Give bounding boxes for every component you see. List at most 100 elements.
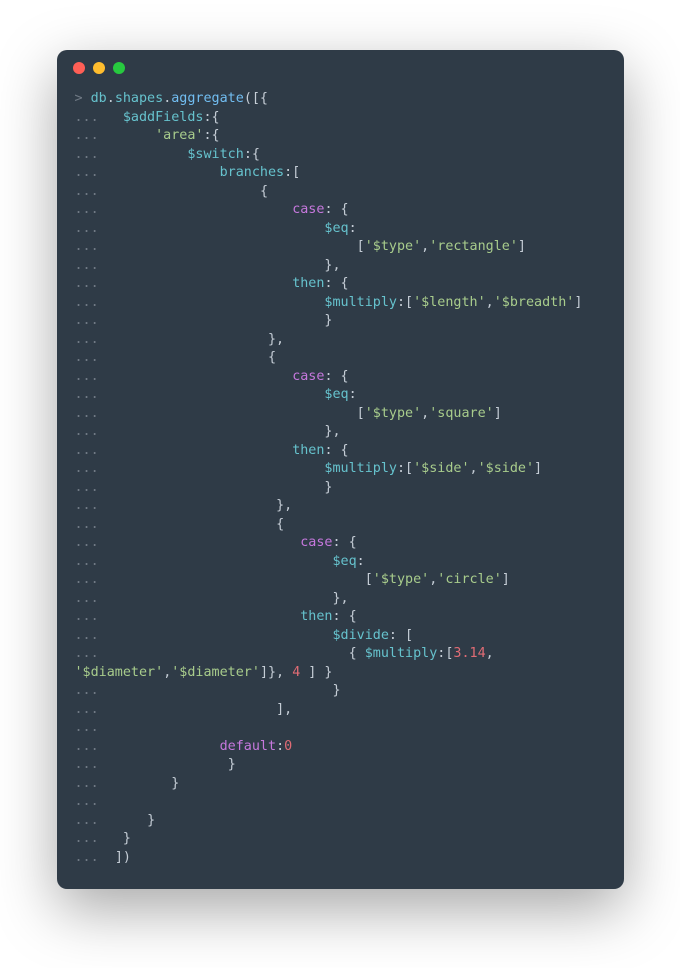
prompt-cont: ... xyxy=(75,202,107,217)
token-punc: ] } xyxy=(300,665,332,680)
token-punc: , xyxy=(486,295,494,310)
prompt-cont: ... xyxy=(75,813,107,828)
token-punc: : { xyxy=(324,443,348,458)
token-brace: { xyxy=(349,646,357,661)
token-bracket: [ xyxy=(357,406,365,421)
prompt-cont: ... xyxy=(75,794,107,809)
token-default: default xyxy=(220,739,276,754)
token-divide: $divide xyxy=(332,628,388,643)
prompt-cont: ... xyxy=(75,498,107,513)
prompt-cont: ... xyxy=(75,221,107,236)
token-side: '$side' xyxy=(478,461,534,476)
token-side: '$side' xyxy=(413,461,469,476)
prompt-cont: ... xyxy=(75,258,107,273)
prompt-cont: ... xyxy=(75,443,107,458)
token-punc: , xyxy=(486,646,494,661)
token-then: then xyxy=(300,609,332,624)
token-length: '$length' xyxy=(413,295,486,310)
token-bracket: ] xyxy=(494,406,502,421)
token-branches: branches xyxy=(220,165,285,180)
prompt-cont: ... xyxy=(75,184,107,199)
token-case: case xyxy=(292,202,324,217)
terminal-window: > db.shapes.aggregate([{ ... $addFields:… xyxy=(57,50,624,889)
token-punc: ], xyxy=(276,702,292,717)
token-bracket: ] xyxy=(502,572,510,587)
prompt-cont: ... xyxy=(75,517,107,532)
prompt-cont: ... xyxy=(75,776,107,791)
prompt-cont: ... xyxy=(75,739,107,754)
token-switch: $switch xyxy=(187,147,243,162)
token-bracket: ] xyxy=(518,239,526,254)
token-shapes: shapes xyxy=(115,91,163,106)
prompt-cont: ... xyxy=(75,369,107,384)
token-dot: . xyxy=(107,91,115,106)
token-punc: : { xyxy=(332,535,356,550)
token-type: '$type' xyxy=(365,239,421,254)
token-punc: : { xyxy=(332,609,356,624)
prompt-cont: ... xyxy=(75,387,107,402)
prompt-cont: ... xyxy=(75,702,107,717)
token-aggregate: aggregate xyxy=(171,91,244,106)
prompt-cont: ... xyxy=(75,850,107,865)
token-bracket: [ xyxy=(365,572,373,587)
token-multiply: $multiply xyxy=(324,461,397,476)
prompt-cont: ... xyxy=(75,609,107,624)
minimize-icon[interactable] xyxy=(93,62,105,74)
token-brace: } xyxy=(171,776,179,791)
token-diameter: '$diameter' xyxy=(171,665,260,680)
close-icon[interactable] xyxy=(73,62,85,74)
prompt-cont: ... xyxy=(75,480,107,495)
token-punc: : { xyxy=(324,276,348,291)
prompt-cont: ... xyxy=(75,165,107,180)
prompt-cont: ... xyxy=(75,720,107,735)
prompt-cont: ... xyxy=(75,572,107,587)
token-punc: :[ xyxy=(397,295,413,310)
token-call-open: ([{ xyxy=(244,91,268,106)
token-brace: } xyxy=(228,757,236,772)
token-punc: :[ xyxy=(284,165,300,180)
token-punc: }, xyxy=(324,424,340,439)
prompt-cont: ... xyxy=(75,147,107,162)
prompt-cont: ... xyxy=(75,535,107,550)
prompt-cont: ... xyxy=(75,554,107,569)
prompt-cont: ... xyxy=(75,683,107,698)
token-brace: } xyxy=(324,313,332,328)
token-punc: : xyxy=(276,739,284,754)
token-punc: ]}, xyxy=(260,665,292,680)
token-area: 'area' xyxy=(155,128,203,143)
token-punc: }, xyxy=(332,591,348,606)
token-eq: $eq xyxy=(324,221,348,236)
token-punc: : { xyxy=(324,202,348,217)
token-punc: }, xyxy=(268,332,284,347)
token-type: '$type' xyxy=(365,406,421,421)
token-addfields: $addFields xyxy=(123,110,204,125)
prompt-cont: ... xyxy=(75,295,107,310)
token-punc: , xyxy=(470,461,478,476)
prompt-cont: ... xyxy=(75,461,107,476)
token-brace: { xyxy=(268,350,276,365)
token-punc: }, xyxy=(324,258,340,273)
token-brace: } xyxy=(123,831,131,846)
token-brace: { xyxy=(276,517,284,532)
prompt-cont: ... xyxy=(75,128,107,143)
token-breadth: '$breadth' xyxy=(494,295,575,310)
token-eq: $eq xyxy=(332,554,356,569)
token-eq: $eq xyxy=(324,387,348,402)
token-punc: :{ xyxy=(204,128,220,143)
token-multiply: $multiply xyxy=(324,295,397,310)
token-punc: :{ xyxy=(244,147,260,162)
token-punc: : xyxy=(349,221,357,236)
maximize-icon[interactable] xyxy=(113,62,125,74)
token-case: case xyxy=(300,535,332,550)
token-punc: :{ xyxy=(204,110,220,125)
token-diameter: '$diameter' xyxy=(75,665,164,680)
token-punc: : { xyxy=(324,369,348,384)
token-square: 'square' xyxy=(429,406,494,421)
token-circle: 'circle' xyxy=(437,572,502,587)
code-block: > db.shapes.aggregate([{ ... $addFields:… xyxy=(57,86,624,889)
token-db: db xyxy=(91,91,107,106)
token-punc: :[ xyxy=(397,461,413,476)
prompt-cont: ... xyxy=(75,110,107,125)
token-bracket: [ xyxy=(357,239,365,254)
prompt-cont: ... xyxy=(75,831,107,846)
